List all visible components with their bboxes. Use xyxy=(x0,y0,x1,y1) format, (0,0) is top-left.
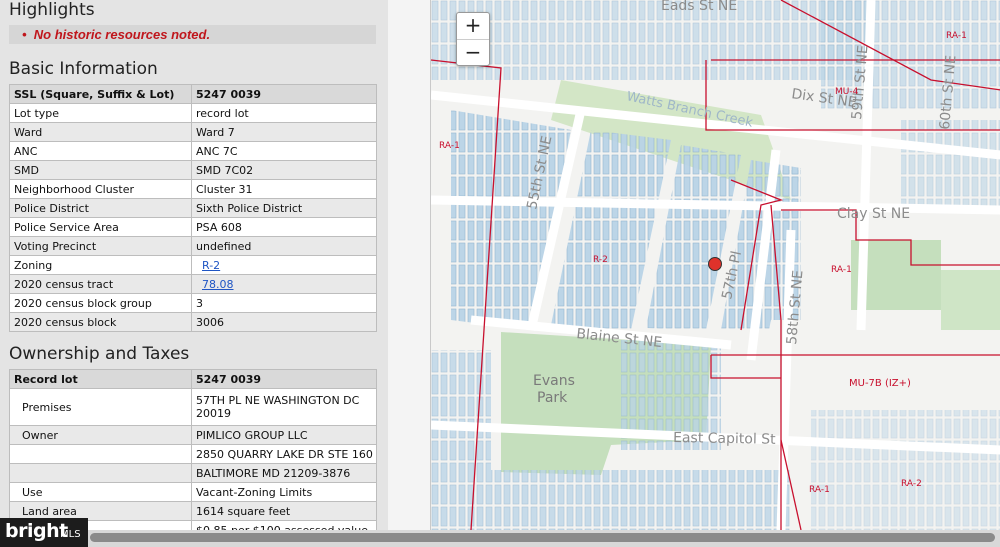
table-row: Record lot 5247 0039 xyxy=(9,369,377,389)
street-label: Clay St NE xyxy=(837,206,910,222)
row-value: ANC 7C xyxy=(191,141,377,161)
map-view[interactable]: Eads St NE Dix St NE Clay St NE Blaine S… xyxy=(430,0,1000,530)
highlight-note: • No historic resources noted. xyxy=(22,27,210,42)
premises-line-1: 57TH PL NE WASHINGTON DC xyxy=(196,394,360,407)
row-value: $0.85 per $100 assessed value xyxy=(191,520,377,530)
table-row: SMD SMD 7C02 xyxy=(9,160,377,180)
row-value: Vacant-Zoning Limits xyxy=(191,482,377,502)
park-label: Park xyxy=(537,390,568,406)
row-label: 2020 census block group xyxy=(9,293,192,313)
row-value: 3006 xyxy=(191,312,377,332)
zoom-out-button[interactable]: − xyxy=(457,40,489,66)
row-label: Voting Precinct xyxy=(9,236,192,256)
table-row: Premises 57TH PL NE WASHINGTON DC 20019 xyxy=(9,388,377,426)
row-label: Owner xyxy=(9,425,192,445)
row-value: BALTIMORE MD 21209-3876 xyxy=(191,463,377,483)
row-value: Sixth Police District xyxy=(191,198,377,218)
row-label: SSL (Square, Suffix & Lot) xyxy=(9,84,192,104)
row-label: Ward xyxy=(9,122,192,142)
table-row: Voting Precinct undefined xyxy=(9,236,377,256)
row-label: Use xyxy=(9,482,192,502)
row-value: undefined xyxy=(191,236,377,256)
row-label: Zoning xyxy=(9,255,192,275)
census-tract-link[interactable]: 78.08 xyxy=(202,278,234,291)
row-label: Record lot xyxy=(9,369,192,389)
table-row: Use Vacant-Zoning Limits xyxy=(9,482,377,502)
row-value: SMD 7C02 xyxy=(191,160,377,180)
zone-label: RA-1 xyxy=(439,141,460,151)
row-value: 3 xyxy=(191,293,377,313)
zoom-in-button[interactable]: + xyxy=(457,13,489,40)
row-label: Lot type xyxy=(9,103,192,123)
property-marker xyxy=(708,257,722,271)
zone-label: RA-1 xyxy=(831,265,852,275)
zone-label: RA-1 xyxy=(809,485,830,495)
table-row: Police District Sixth Police District xyxy=(9,198,377,218)
map-canvas[interactable]: Eads St NE Dix St NE Clay St NE Blaine S… xyxy=(431,0,1000,530)
east-green-area-2 xyxy=(941,270,1000,330)
table-row: Lot type record lot xyxy=(9,103,377,123)
table-row: Ward Ward 7 xyxy=(9,122,377,142)
ownership-heading: Ownership and Taxes xyxy=(9,344,190,364)
highlight-text: No historic resources noted. xyxy=(33,27,211,42)
table-row: Zoning R-2 xyxy=(9,255,377,275)
table-row: 2020 census block group 3 xyxy=(9,293,377,313)
row-value: PSA 608 xyxy=(191,217,377,237)
zoom-control: + − xyxy=(456,12,490,66)
table-row: Police Service Area PSA 608 xyxy=(9,217,377,237)
row-label: ANC xyxy=(9,141,192,161)
row-value: 1614 square feet xyxy=(191,501,377,521)
bullet: • xyxy=(22,27,27,42)
row-label xyxy=(9,463,192,483)
row-label: 2020 census block xyxy=(9,312,192,332)
row-label: Police Service Area xyxy=(9,217,192,237)
row-label: Premises xyxy=(9,388,192,426)
table-row: Neighborhood Cluster Cluster 31 xyxy=(9,179,377,199)
table-row: 2020 census tract 78.08 xyxy=(9,274,377,294)
row-value: 5247 0039 xyxy=(191,369,377,389)
row-label: 2020 census tract xyxy=(9,274,192,294)
table-row: 2020 census block 3006 xyxy=(9,312,377,332)
row-label: Police District xyxy=(9,198,192,218)
row-label: SMD xyxy=(9,160,192,180)
row-value: PIMLICO GROUP LLC xyxy=(191,425,377,445)
logo-suffix: MLS xyxy=(60,529,81,540)
logo-brand: bright xyxy=(5,520,68,542)
basic-info-heading: Basic Information xyxy=(9,59,158,79)
table-row: ANC ANC 7C xyxy=(9,141,377,161)
panel-divider xyxy=(388,0,430,530)
row-value: record lot xyxy=(191,103,377,123)
scrollbar-thumb[interactable] xyxy=(90,533,995,542)
row-value: Ward 7 xyxy=(191,122,377,142)
premises-line-2: 20019 xyxy=(196,407,231,420)
table-row: SSL (Square, Suffix & Lot) 5247 0039 xyxy=(9,84,377,104)
info-panel: Highlights • No historic resources noted… xyxy=(0,0,388,530)
zone-label: RA-2 xyxy=(901,479,922,489)
row-value: 5247 0039 xyxy=(191,84,377,104)
zoning-link[interactable]: R-2 xyxy=(202,259,220,272)
basic-info-table: SSL (Square, Suffix & Lot) 5247 0039 Lot … xyxy=(9,84,377,332)
ownership-table: Record lot 5247 0039 Premises 57TH PL NE W… xyxy=(9,369,377,530)
row-value: 57TH PL NE WASHINGTON DC 20019 xyxy=(191,388,377,426)
row-value: Cluster 31 xyxy=(191,179,377,199)
zone-label: R-2 xyxy=(593,255,608,265)
street-label: East Capitol St xyxy=(673,430,776,448)
row-label: Neighborhood Cluster xyxy=(9,179,192,199)
row-value: 2850 QUARRY LAKE DR STE 160 xyxy=(191,444,377,464)
zone-label: MU-7B (IZ+) xyxy=(849,378,911,389)
zone-label: RA-1 xyxy=(946,31,967,41)
highlights-heading: Highlights xyxy=(9,0,95,20)
table-row: BALTIMORE MD 21209-3876 xyxy=(9,463,377,483)
street-label: Eads St NE xyxy=(661,0,737,14)
bright-mls-logo: bright MLS xyxy=(0,518,88,547)
row-label xyxy=(9,444,192,464)
table-row: 2850 QUARRY LAKE DR STE 160 xyxy=(9,444,377,464)
zone-label: MU-4 xyxy=(835,87,859,97)
park-label: Evans xyxy=(533,373,575,389)
table-row: Owner PIMLICO GROUP LLC xyxy=(9,425,377,445)
